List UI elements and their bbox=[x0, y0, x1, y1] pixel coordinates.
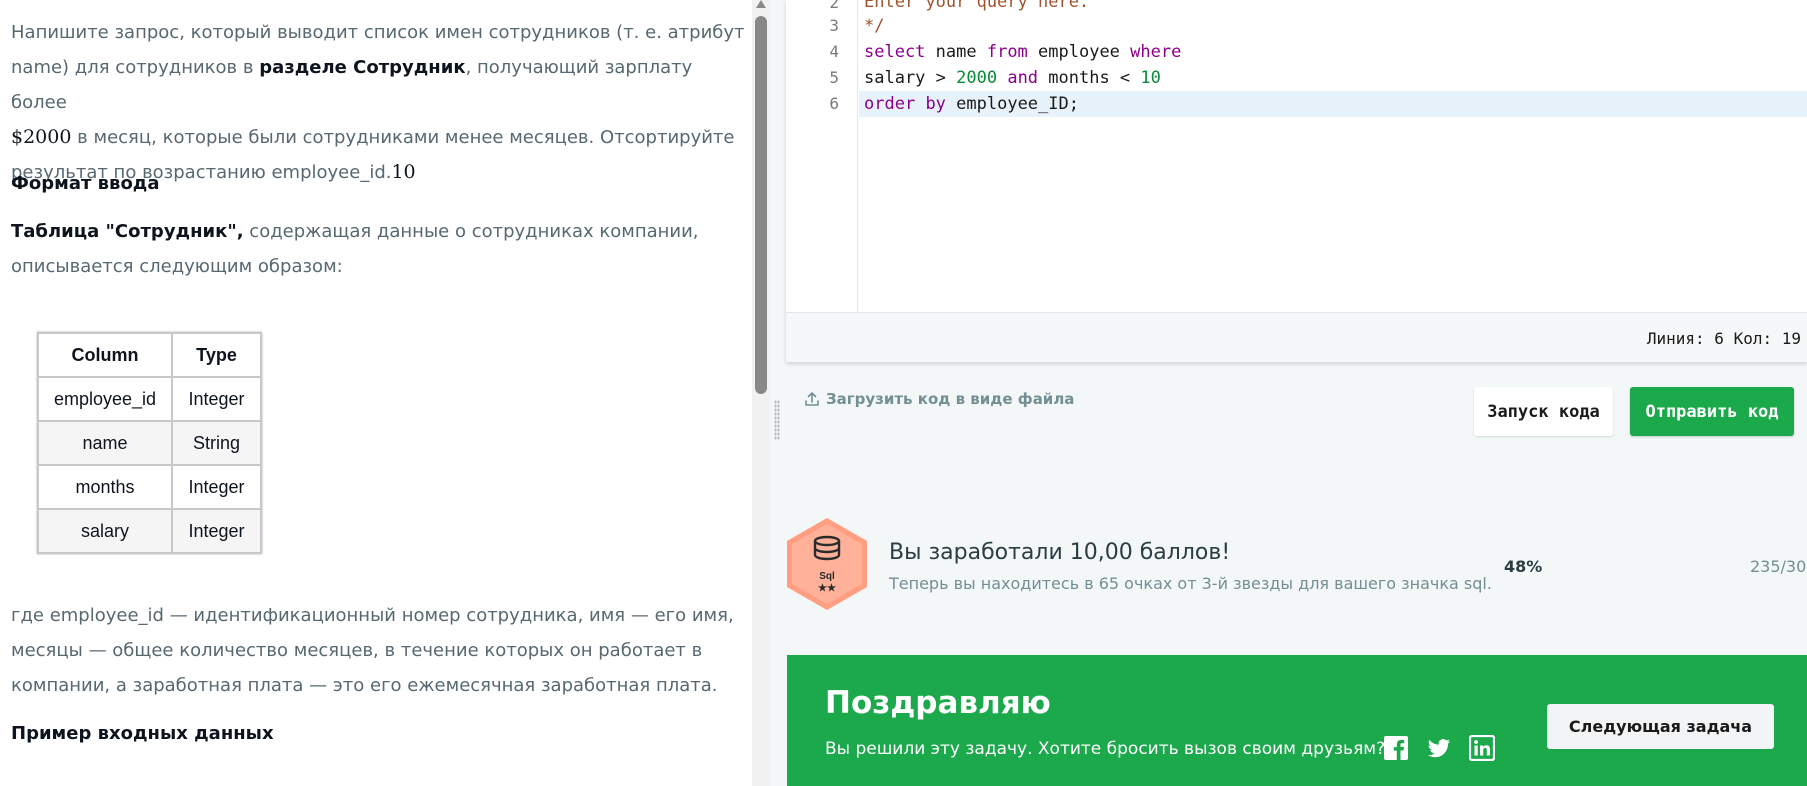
table-row: name String bbox=[37, 420, 262, 466]
twitter-icon[interactable] bbox=[1426, 735, 1452, 761]
field-description: где employee_id — идентификационный номе… bbox=[11, 605, 734, 696]
code-editor[interactable]: 2 3 4 5 6 Enter your query here. */ sele… bbox=[786, 0, 1807, 362]
salary-amount: $2000 bbox=[11, 126, 72, 148]
table-intro-bold: Таблица "Сотрудник", bbox=[11, 221, 244, 242]
panel-resize-handle[interactable] bbox=[774, 400, 780, 440]
code-area[interactable]: Enter your query here. */ select name fr… bbox=[859, 0, 1807, 312]
scroll-thumb[interactable] bbox=[755, 16, 767, 394]
line-number: 4 bbox=[829, 42, 839, 61]
schema-header-type: Type bbox=[171, 332, 262, 378]
progress-percent: 48% bbox=[1504, 557, 1543, 576]
problem-statement-panel: Напишите запрос, который выводит список … bbox=[0, 0, 752, 786]
table-row: employee_id Integer bbox=[37, 376, 262, 422]
code-line[interactable]: select name from employee where bbox=[859, 39, 1807, 65]
cursor-position: Линия: 6 Кол: 19 bbox=[1646, 329, 1801, 348]
code-line[interactable]: salary > 2000 and months < 10 bbox=[859, 65, 1807, 91]
schema-header-column: Column bbox=[37, 332, 173, 378]
run-code-button[interactable]: Запуск кода bbox=[1474, 387, 1613, 436]
months-number: 10 bbox=[391, 161, 416, 183]
points-earned-title: Вы заработали 10,00 баллов! bbox=[889, 540, 1231, 565]
badge-stars: ★★ bbox=[818, 583, 836, 594]
table-row: months Integer bbox=[37, 464, 262, 510]
problem-text: Напишите запрос, который выводит список … bbox=[11, 15, 752, 190]
upload-icon bbox=[805, 392, 819, 406]
problem-line-3: $2000 в месяц, которые были сотрудниками… bbox=[11, 126, 735, 148]
problem-line-2: name) для сотрудников в разделе Сотрудни… bbox=[11, 57, 693, 113]
congrats-title: Поздравляю bbox=[825, 685, 1051, 721]
upload-label: Загрузить код в виде файла bbox=[826, 390, 1075, 408]
problem-scrollbar[interactable] bbox=[752, 0, 770, 786]
line-number-gutter: 2 3 4 5 6 bbox=[786, 0, 858, 312]
scroll-up-arrow-icon[interactable] bbox=[756, 0, 766, 8]
congrats-subtitle: Вы решили эту задачу. Хотите бросить выз… bbox=[825, 739, 1386, 759]
code-line[interactable]: */ bbox=[859, 13, 1807, 39]
table-intro: Таблица "Сотрудник", содержащая данные о… bbox=[11, 221, 699, 277]
schema-table: Column Type employee_id Integer name Str… bbox=[37, 332, 262, 554]
upload-file-link[interactable]: Загрузить код в виде файла bbox=[804, 390, 1074, 408]
table-row: salary Integer bbox=[37, 508, 262, 554]
section-employee-bold: разделе Сотрудник bbox=[259, 57, 466, 78]
linkedin-icon[interactable] bbox=[1469, 735, 1495, 761]
schema-header-row: Column Type bbox=[37, 332, 262, 378]
line-number: 3 bbox=[829, 16, 839, 35]
progress-count: 235/300 bbox=[1750, 557, 1807, 576]
badge-name: Sql bbox=[819, 571, 835, 582]
facebook-icon[interactable] bbox=[1383, 735, 1409, 761]
submit-code-button[interactable]: Отправить код bbox=[1630, 387, 1794, 436]
badge-hexagon bbox=[787, 518, 867, 610]
input-format-heading: Формат ввода bbox=[11, 173, 160, 194]
congrats-banner: Поздравляю Вы решили эту задачу. Хотите … bbox=[787, 655, 1807, 786]
next-challenge-button[interactable]: Следующая задача bbox=[1547, 704, 1774, 749]
line-number: 6 bbox=[829, 94, 839, 113]
code-line-active[interactable]: order by employee_ID; bbox=[859, 91, 1807, 117]
sql-badge: Sql ★★ bbox=[784, 516, 870, 612]
points-earned-subtitle: Теперь вы находитесь в 65 очках от 3-й з… bbox=[889, 574, 1492, 593]
editor-panel: 2 3 4 5 6 Enter your query here. */ sele… bbox=[770, 0, 1807, 786]
line-number: 5 bbox=[829, 68, 839, 87]
line-number: 2 bbox=[829, 0, 839, 12]
sample-input-heading: Пример входных данных bbox=[11, 723, 274, 744]
problem-line-1: Напишите запрос, который выводит список … bbox=[11, 22, 745, 43]
editor-status-bar: Линия: 6 Кол: 19 bbox=[786, 312, 1807, 362]
